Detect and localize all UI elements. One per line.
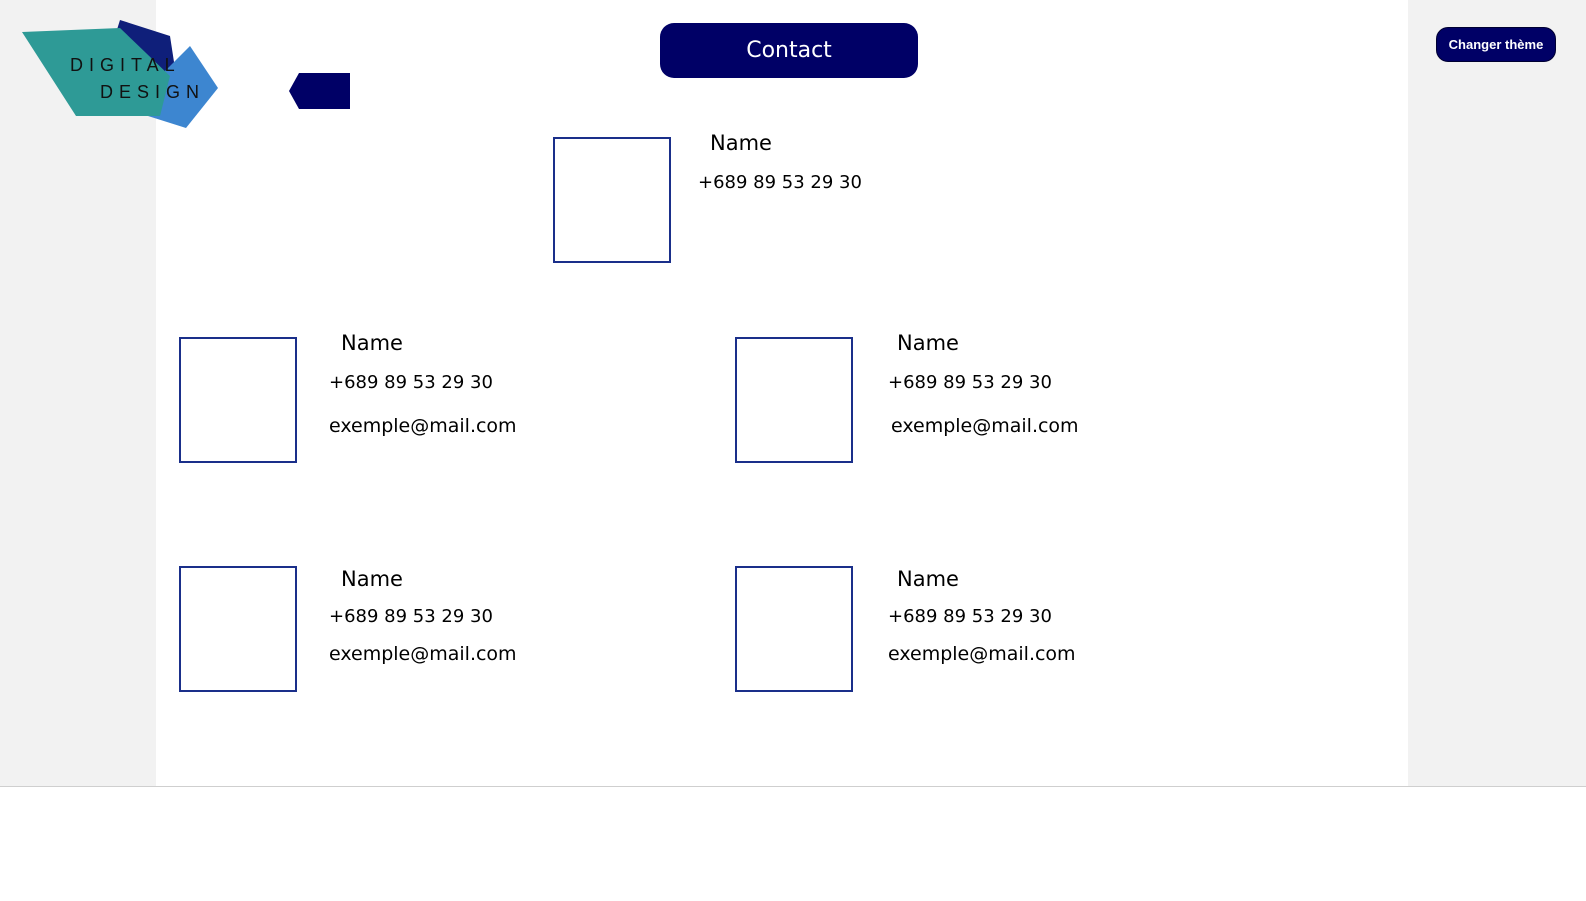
contact-email-link[interactable]: exemple@mail.com xyxy=(329,643,517,665)
contact-photo-placeholder xyxy=(553,137,671,263)
contact-name: Name xyxy=(897,567,959,591)
contact-name: Name xyxy=(341,567,403,591)
contact-email-link[interactable]: exemple@mail.com xyxy=(891,415,1079,437)
logo-text-line2: DESIGN xyxy=(100,82,206,102)
contact-photo-placeholder xyxy=(179,566,297,692)
change-theme-button[interactable]: Changer thème xyxy=(1436,27,1556,62)
contact-email-link[interactable]: exemple@mail.com xyxy=(329,415,517,437)
contact-name: Name xyxy=(341,331,403,355)
back-arrow-icon[interactable] xyxy=(289,73,350,109)
contact-photo-placeholder xyxy=(735,566,853,692)
contact-photo-placeholder xyxy=(179,337,297,463)
contact-name: Name xyxy=(710,131,772,155)
contact-photo-placeholder xyxy=(735,337,853,463)
contact-phone: +689 89 53 29 30 xyxy=(698,172,862,193)
logo-text-line1: DIGITAL xyxy=(70,55,181,75)
contact-name: Name xyxy=(897,331,959,355)
contact-phone: +689 89 53 29 30 xyxy=(888,372,1052,393)
contact-email-link[interactable]: exemple@mail.com xyxy=(888,643,1076,665)
contact-phone: +689 89 53 29 30 xyxy=(329,372,493,393)
contact-phone: +689 89 53 29 30 xyxy=(329,606,493,627)
digital-design-logo[interactable]: DIGITAL DESIGN xyxy=(20,16,220,132)
contact-title-button[interactable]: Contact xyxy=(660,23,918,78)
contact-phone: +689 89 53 29 30 xyxy=(888,606,1052,627)
